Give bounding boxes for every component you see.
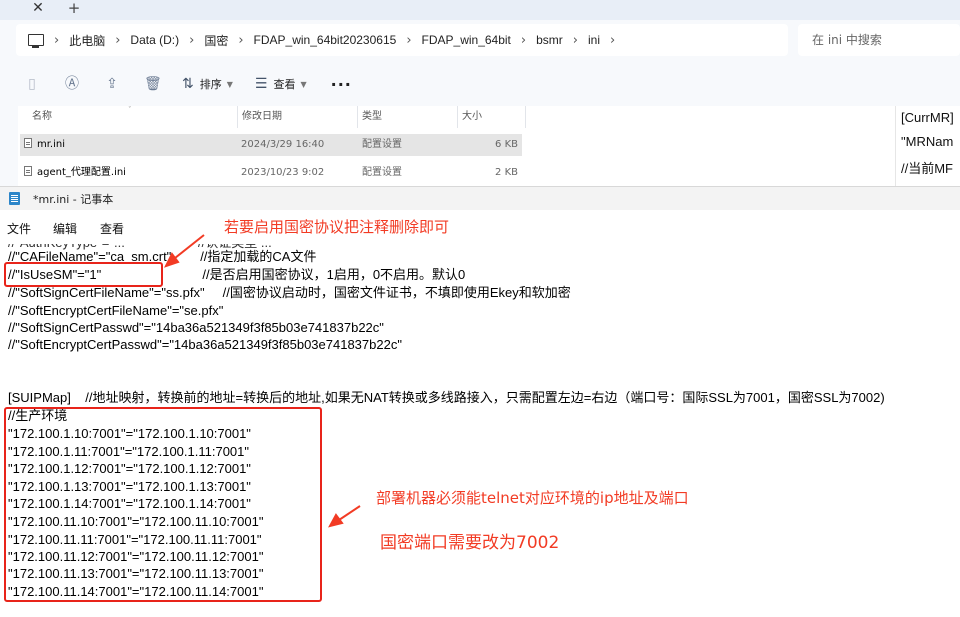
code-line: //"SoftSignCertFileName"="ss.pfx" //国密协议… [8,285,571,300]
more-options-button[interactable]: ··· [331,75,352,94]
highlight-box-ip-map [4,407,322,602]
code-line: [SUIPMap] //地址映射，转换前的地址=转换后的地址,如果无NAT转换或… [8,390,885,405]
nav-pane-edge [0,106,18,186]
breadcrumb-data-drive[interactable]: Data (D:) [130,33,179,47]
preview-line: "MRNam [901,134,954,149]
chevron-right-icon[interactable]: › [115,33,120,48]
chevron-right-icon[interactable]: › [54,33,59,48]
preview-divider[interactable] [895,106,896,186]
file-modified: 2024/3/29 16:40 [241,139,325,150]
breadcrumb-ini[interactable]: ini [588,33,600,47]
rename-icon[interactable]: Ⓐ [64,76,80,92]
file-name-cell: mr.ini [24,134,65,156]
chevron-right-icon[interactable]: › [406,33,411,48]
chevron-right-icon[interactable]: › [573,33,578,48]
address-row: › 此电脑 › Data (D:) › 国密 › FDAP_win_64bit2… [0,20,960,62]
command-bar: ▯ Ⓐ ⇪ 🗑 ⇅ 排序 ▼ ☰ 查看 ▼ ··· [0,62,960,106]
share-icon[interactable]: ⇪ [104,76,120,92]
chevron-right-icon[interactable]: › [610,33,615,48]
chevron-right-icon[interactable]: › [238,33,243,48]
code-line: //"SoftEncryptCertPasswd"="14ba36a521349… [8,337,402,352]
chevron-right-icon[interactable]: › [521,33,526,48]
file-name-cell: agent_代理配置.ini [24,162,126,184]
menu-view[interactable]: 查看 [100,220,124,237]
view-label: 查看 [273,78,296,91]
code-line: //"SoftSignCertPasswd"="14ba36a521349f3f… [8,320,384,335]
screenshot-root: ✕ + › 此电脑 › Data (D:) › 国密 › FDAP_win_64… [0,0,960,617]
breadcrumb-guomi[interactable]: 国密 [204,32,228,49]
chevron-down-icon: ▼ [300,79,307,89]
view-icon: ☰ [254,76,268,92]
annotation-port-7002: 国密端口需要改为7002 [380,533,560,553]
breadcrumb-bsmr[interactable]: bsmr [536,33,563,47]
preview-line: [CurrMR] [901,110,954,125]
file-modified: 2023/10/23 9:02 [241,167,325,178]
file-name: agent_代理配置.ini [37,167,126,178]
preview-line: //当前MF [901,161,953,176]
computer-icon[interactable] [28,34,44,48]
sort-icon: ⇅ [182,76,194,92]
explorer-tab-strip: ✕ + [0,0,960,20]
column-header-name[interactable]: 名称 [28,106,238,128]
column-header-modified[interactable]: 修改日期 [238,106,358,128]
menu-file[interactable]: 文件 [7,220,31,237]
column-header-size[interactable]: 大小 [458,106,526,128]
file-list: 名称 ˇ 修改日期 类型 大小 mr.ini 2024/3/29 16:40 配… [0,106,960,186]
notepad-icon [9,192,20,205]
sort-caret-icon: ˇ [128,106,132,114]
column-header-type[interactable]: 类型 [358,106,458,128]
menu-edit[interactable]: 编辑 [53,220,77,237]
file-size: 6 KB [495,139,518,150]
delete-icon[interactable]: 🗑 [144,76,162,92]
notepad-title-bar[interactable]: *mr.ini - 记事本 [0,186,960,210]
annotation-enable-sm: 若要启用国密协议把注释删除即可 [224,218,450,236]
ini-file-icon [24,138,32,148]
sort-label: 排序 [199,78,222,91]
file-row[interactable]: mr.ini 2024/3/29 16:40 配置设置 6 KB [20,134,522,156]
close-tab-icon[interactable]: ✕ [30,0,46,16]
file-name: mr.ini [37,139,66,150]
breadcrumb-this-pc[interactable]: 此电脑 [69,32,105,49]
file-row[interactable]: agent_代理配置.ini 2023/10/23 9:02 配置设置 2 KB [20,162,522,184]
sort-button[interactable]: ⇅ 排序 ▼ [182,76,233,92]
new-tab-icon[interactable]: + [66,0,82,16]
notepad-title: *mr.ini - 记事本 [33,193,114,206]
address-bar[interactable]: › 此电脑 › Data (D:) › 国密 › FDAP_win_64bit2… [16,24,788,56]
search-input[interactable]: 在 ini 中搜索 [798,24,960,56]
highlight-box-issm [4,262,163,287]
paste-icon[interactable]: ▯ [24,76,40,92]
breadcrumb-fdap[interactable]: FDAP_win_64bit [422,33,511,47]
chevron-down-icon: ▼ [226,79,233,89]
file-size: 2 KB [495,167,518,178]
annotation-telnet: 部署机器必须能telnet对应环境的ip地址及端口 [376,489,689,507]
file-type: 配置设置 [362,139,402,150]
notepad-menu-bar: 文件 编辑 查看 [0,210,960,244]
file-type: 配置设置 [362,167,402,178]
view-button[interactable]: ☰ 查看 ▼ [255,76,307,92]
chevron-right-icon[interactable]: › [189,33,194,48]
ini-file-icon [24,166,32,176]
code-line: //"SoftEncryptCertFileName"="se.pfx" [8,303,224,318]
breadcrumb-fdap-20230615[interactable]: FDAP_win_64bit20230615 [254,33,397,47]
